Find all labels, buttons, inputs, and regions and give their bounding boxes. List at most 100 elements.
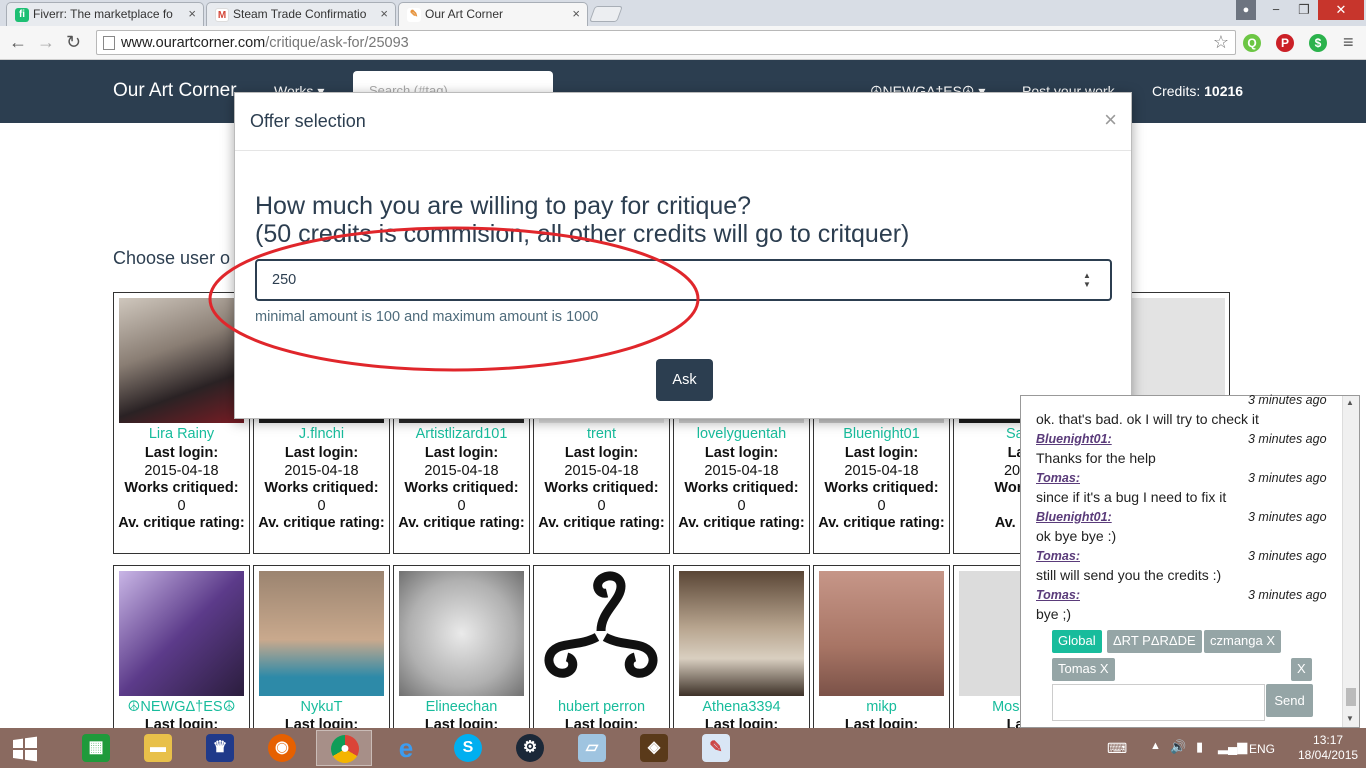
extension-s-icon[interactable]: $ [1309,34,1327,52]
user-name[interactable]: Elineechan [394,699,529,715]
amount-input[interactable] [255,259,1112,301]
scroll-up-icon[interactable]: ▲ [1346,398,1354,407]
chat-scrollbar[interactable]: ▲ ▼ [1342,396,1359,727]
url-host: www.ourartcorner.com [121,35,266,51]
internet-explorer-icon: e [398,733,414,763]
last-login-date: 2015-04-18 [704,462,779,479]
crown-icon: ♛ [206,734,234,762]
close-tab-icon[interactable]: × [572,6,580,21]
taskbar-skype[interactable]: S [440,730,496,766]
tab-steam-trade[interactable]: M Steam Trade Confirmatio × [206,2,396,26]
keyboard-icon[interactable]: ⌨ [1107,740,1127,757]
user-name[interactable]: NykuT [254,699,389,715]
chat-time: 3 minutes ago [1248,471,1327,485]
site-brand[interactable]: Our Art Corner [113,80,237,102]
game-icon: ◈ [640,734,668,762]
taskbar-store[interactable]: ▦ [68,730,124,766]
triskelion-icon [544,571,658,678]
user-card[interactable]: Athena3394 Last login: [673,565,810,735]
chat-send-button[interactable]: Send [1266,684,1313,717]
battery-icon[interactable]: ▮ [1196,739,1203,755]
user-name[interactable]: trent [534,426,669,442]
tab-our-art-corner[interactable]: ✎ Our Art Corner × [398,2,588,26]
reload-icon[interactable]: ↻ [66,32,81,53]
chat-tab-tomas[interactable]: Tomas X [1052,658,1115,681]
user-name[interactable]: Athena3394 [674,699,809,715]
user-name[interactable]: J.flnchi [254,426,389,442]
chat-message-input[interactable] [1052,684,1265,721]
user-name[interactable]: Bluenight01 [814,426,949,442]
network-icon[interactable]: ▂▄▆ [1218,739,1247,755]
user-stats: Last login: 2015-04-18 Works critiqued: 0 Av… [534,445,669,533]
clock[interactable]: 13:17 18/04/2015 [1298,733,1358,763]
user-card[interactable]: hubert perron Last login: [533,565,670,735]
chat-tab-czmanga[interactable]: czmanga X [1204,630,1282,653]
back-arrow-icon[interactable]: ← [9,32,27,53]
user-name[interactable]: hubert perron [534,699,669,715]
close-tab-icon[interactable]: × [188,6,196,21]
user-avatar [119,571,244,696]
user-name[interactable]: Artistlizard101 [394,426,529,442]
chat-user[interactable]: Bluenight01: [1036,510,1112,524]
taskbar-explorer[interactable]: ▬ [130,730,186,766]
works-critiqued-value: 0 [317,497,326,514]
address-bar[interactable]: www.ourartcorner.com/critique/ask-for/25… [96,30,1236,55]
volume-icon[interactable]: 🔊 [1170,739,1186,755]
user-card[interactable]: mikp Last login: [813,565,950,735]
extension-q-icon[interactable]: Q [1243,34,1261,52]
works-critiqued-value: 0 [737,497,746,514]
chat-time: 3 minutes ago [1248,549,1327,563]
chat-close-button[interactable]: X [1291,658,1312,681]
user-card[interactable]: Lira Rainy Last login: 2015-04-18 Works cr… [113,292,250,554]
url-text[interactable]: www.ourartcorner.com/critique/ask-for/25… [121,35,409,51]
works-critiqued-label: Works critiqued: [824,480,939,496]
paint-palette-icon: ✎ [702,734,730,762]
number-spinner[interactable]: ▲ ▼ [1081,271,1093,289]
close-window-button[interactable]: ✕ [1318,0,1364,20]
chat-message: ok bye bye :) [1036,528,1117,544]
forward-arrow-icon[interactable]: → [37,32,55,53]
pinterest-icon[interactable]: P [1276,34,1294,52]
tab-fiverr[interactable]: fi Fiverr: The marketplace fo × [6,2,204,26]
menu-icon[interactable]: ≡ [1343,32,1354,53]
user-card[interactable]: Elineechan Last login: [393,565,530,735]
start-button[interactable] [0,730,50,766]
new-tab-button[interactable] [589,6,623,22]
taskbar-king[interactable]: ♛ [192,730,248,766]
ask-button[interactable]: Ask [656,359,713,401]
taskbar-firefox[interactable]: ◉ [254,730,310,766]
tray-expand-icon[interactable]: ▲ [1150,740,1161,752]
language-indicator[interactable]: ENG [1249,742,1275,756]
taskbar-app-blue[interactable]: ▱ [564,730,620,766]
taskbar-ie[interactable]: e [378,730,434,766]
user-profile-icon[interactable]: ● [1236,0,1256,20]
scroll-down-icon[interactable]: ▼ [1346,714,1354,723]
user-name[interactable]: Lira Rainy [114,426,249,442]
user-avatar [819,571,944,696]
chat-tab-art-parade[interactable]: ΔRT PΔRΔDE [1107,630,1202,653]
user-card[interactable]: NykuT Last login: [253,565,390,735]
chat-tab-global[interactable]: Global [1052,630,1102,653]
taskbar-paint[interactable]: ✎ [688,730,744,766]
taskbar-steam[interactable]: ⚙ [502,730,558,766]
chat-user[interactable]: Tomas: [1036,471,1080,485]
scrollbar-thumb[interactable] [1346,688,1356,706]
user-name[interactable]: ☮NEWGΔ†ES☮ [114,699,249,715]
choose-user-heading: Choose user o [113,248,231,268]
user-avatar [679,571,804,696]
chat-user[interactable]: Tomas: [1036,588,1080,602]
rating-label: Av. critique rating: [258,515,385,531]
chat-user[interactable]: Tomas: [1036,549,1080,563]
user-name[interactable]: mikp [814,699,949,715]
taskbar-chrome[interactable]: ● [316,730,372,766]
url-path: /critique/ask-for/25093 [265,35,409,51]
user-name[interactable]: lovelyguentah [674,426,809,442]
chat-user[interactable]: Bluenight01: [1036,432,1112,446]
taskbar-game[interactable]: ◈ [626,730,682,766]
minimize-window-button[interactable]: − [1262,0,1290,20]
user-card[interactable]: ☮NEWGΔ†ES☮ Last login: [113,565,250,735]
close-icon[interactable]: × [1104,107,1117,133]
bookmark-star-icon[interactable]: ☆ [1213,32,1229,53]
close-tab-icon[interactable]: × [380,6,388,21]
restore-window-button[interactable]: ❐ [1290,0,1318,20]
